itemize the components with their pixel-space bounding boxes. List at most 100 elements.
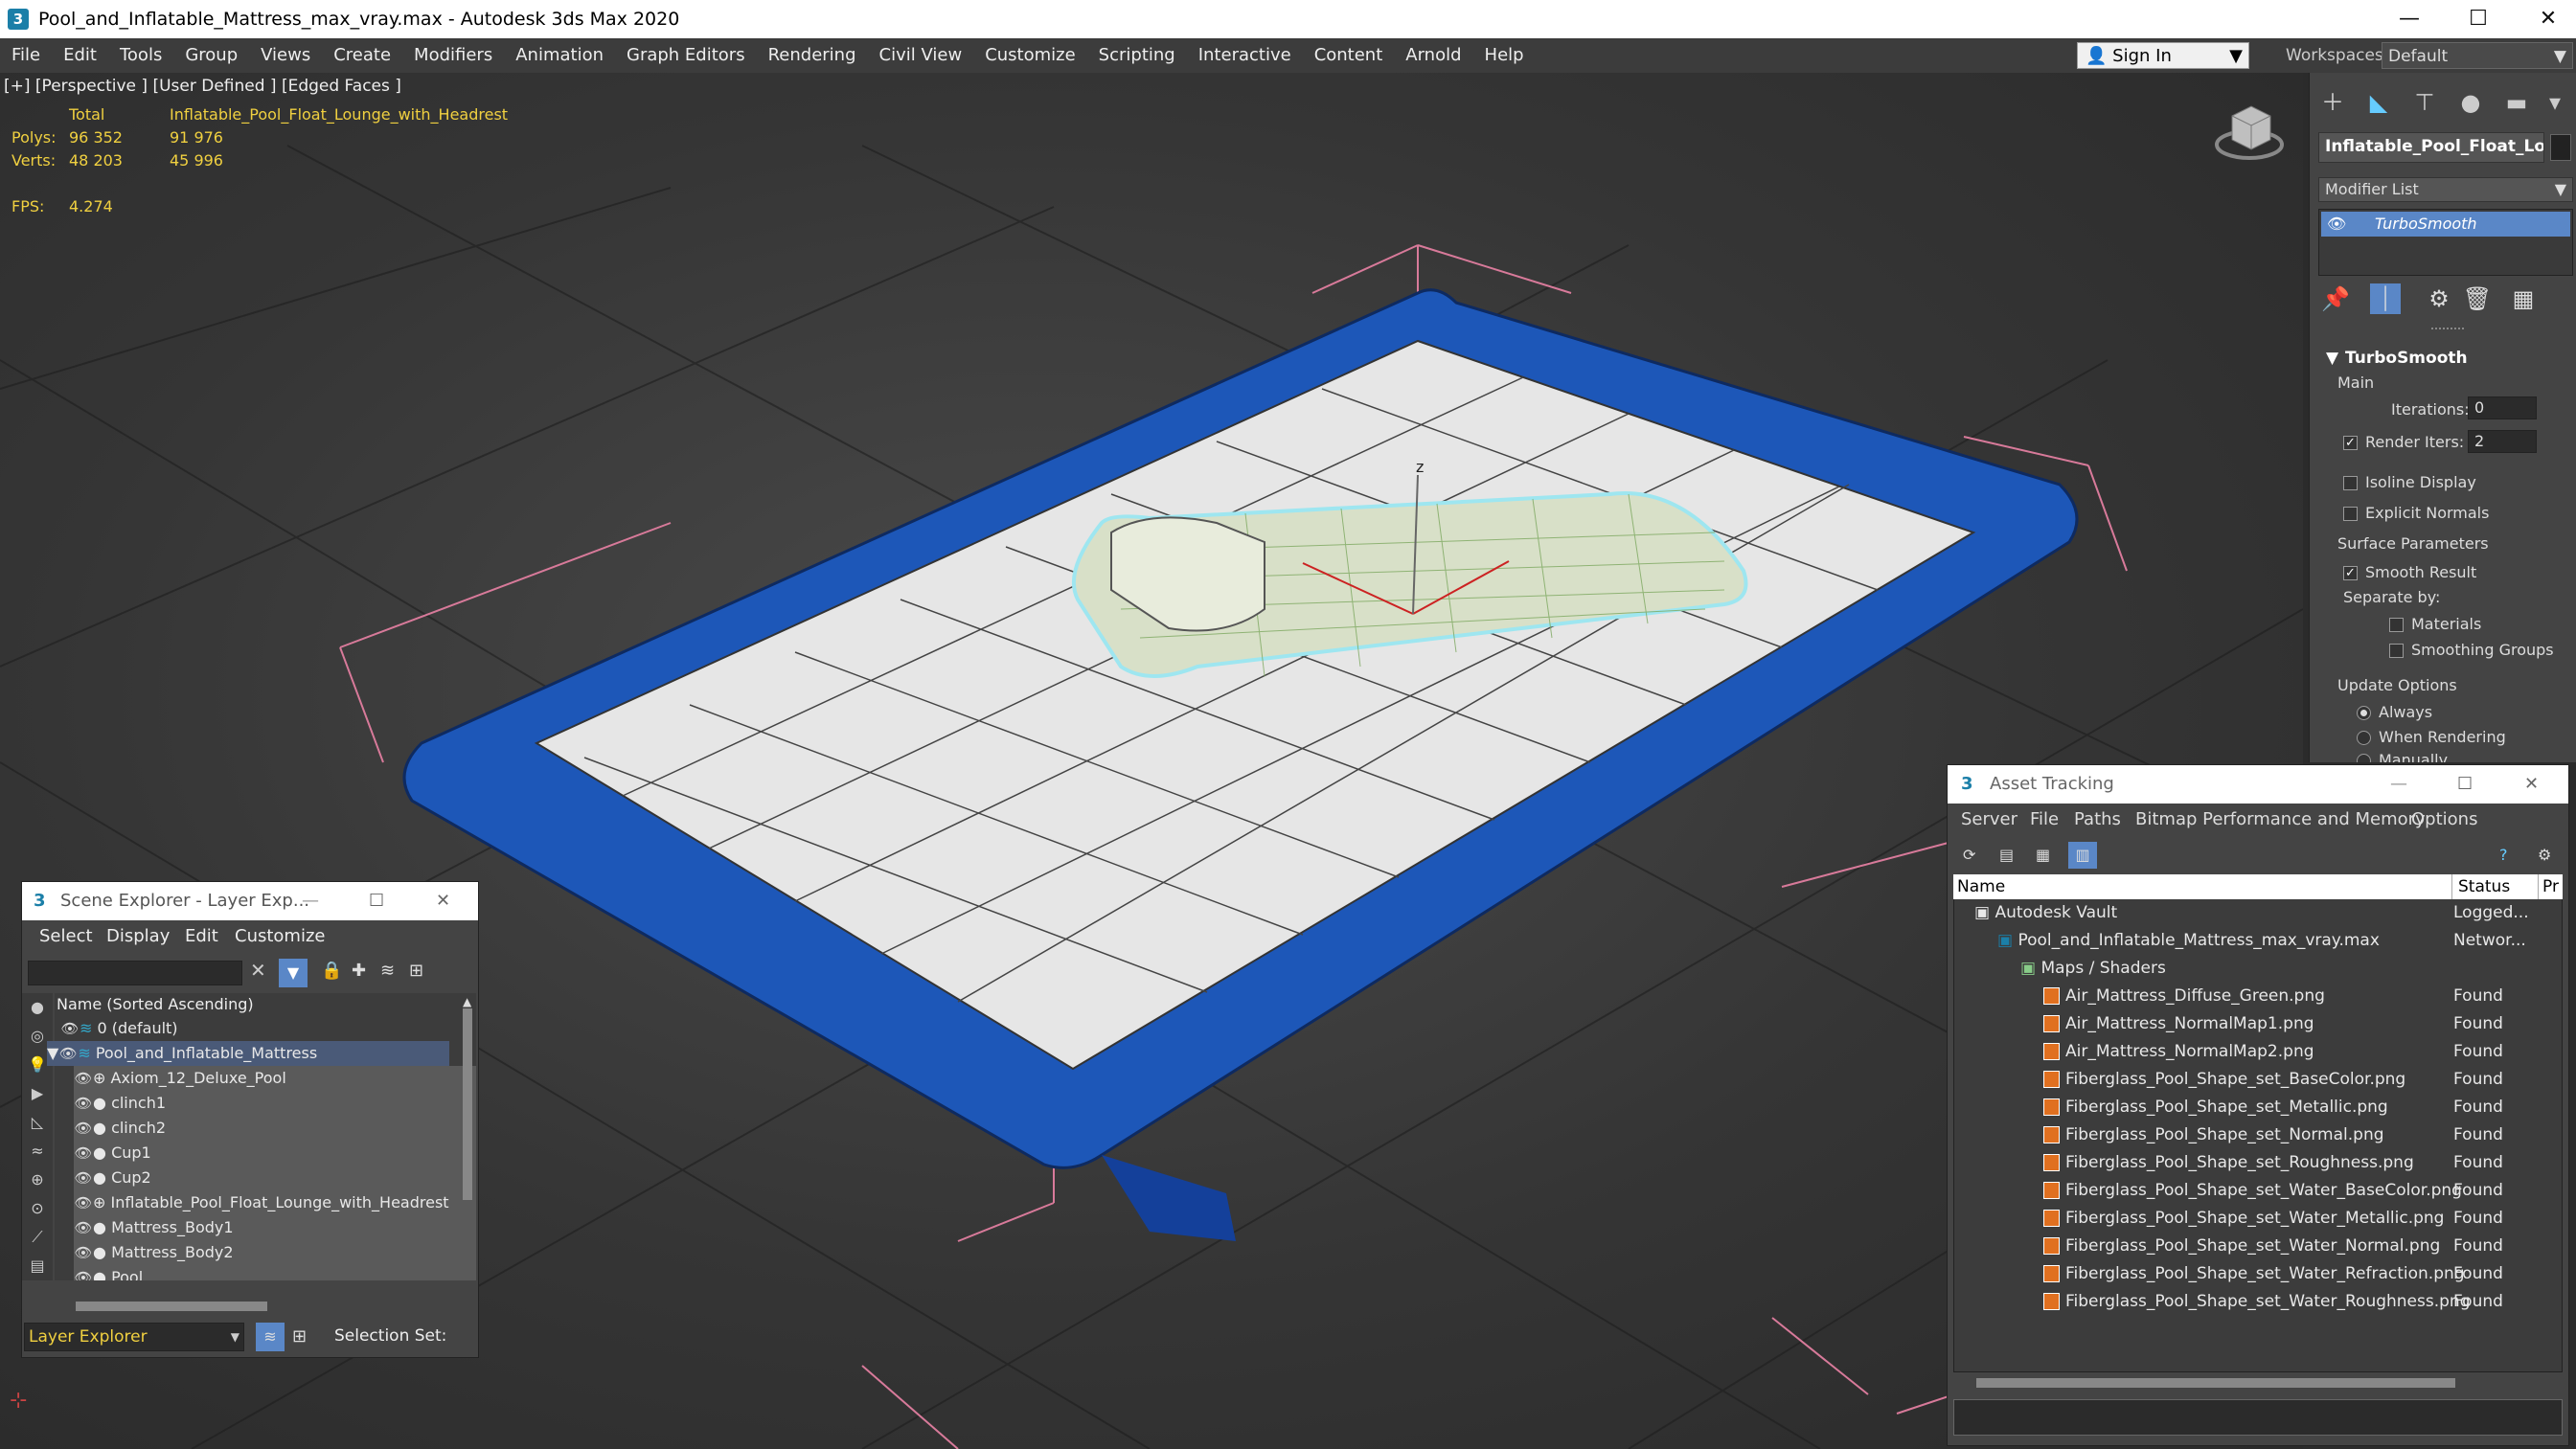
viewport-label[interactable]: [+] [Perspective ] [User Defined ] [Edge… xyxy=(4,77,401,96)
manually-radio[interactable] xyxy=(2357,754,2371,762)
explorer-type-dropdown[interactable]: Layer Explorer ▼ xyxy=(24,1323,244,1351)
layers-icon[interactable]: ≋ xyxy=(380,961,395,981)
always-row[interactable]: Always xyxy=(2357,703,2432,721)
vertical-scrollbar[interactable] xyxy=(463,1008,472,1200)
object-color-swatch[interactable] xyxy=(2550,134,2571,161)
minimize-icon[interactable]: — xyxy=(302,882,319,920)
menu-animation[interactable]: Animation xyxy=(504,38,615,73)
tree-row[interactable]: 👁● Cup2 xyxy=(74,1166,476,1190)
add-layer-icon[interactable]: ✚ xyxy=(352,961,366,981)
tree-row[interactable]: 👁● Pool xyxy=(74,1265,476,1280)
workspaces-dropdown[interactable]: Default ▼ xyxy=(2382,42,2573,69)
eye-icon[interactable]: 👁 xyxy=(74,1265,93,1280)
at-menu-bitmap-performance[interactable]: Bitmap Performance and Memory xyxy=(2135,809,2426,829)
menu-file[interactable]: File xyxy=(0,38,52,73)
at-menu-options[interactable]: Options xyxy=(2411,809,2477,829)
xrefs-filter-icon[interactable]: ⊙ xyxy=(22,1194,53,1223)
menu-interactive[interactable]: Interactive xyxy=(1187,38,1303,73)
asset-row[interactable]: Fiberglass_Pool_Shape_set_Water_Refracti… xyxy=(1955,1260,2557,1288)
se-column-header[interactable]: Name (Sorted Ascending) xyxy=(57,995,254,1013)
iterations-spinner[interactable]: 0 xyxy=(2468,396,2537,419)
menu-group[interactable]: Group xyxy=(173,38,249,73)
motion-tab-icon[interactable]: ● xyxy=(2454,86,2487,119)
cameras-filter-icon[interactable]: ▶ xyxy=(22,1079,53,1108)
asset-row[interactable]: ▣ Autodesk Vault Logged... xyxy=(1955,899,2557,927)
asset-path-field[interactable] xyxy=(1953,1399,2563,1436)
list-view-icon[interactable]: ▤ xyxy=(1999,846,2014,864)
tree-row[interactable]: 👁● Mattress_Body1 xyxy=(74,1215,476,1240)
explicit-normals-checkbox[interactable] xyxy=(2343,507,2358,521)
menu-civil-view[interactable]: Civil View xyxy=(868,38,974,73)
asset-row[interactable]: Fiberglass_Pool_Shape_set_Water_Roughnes… xyxy=(1955,1288,2557,1316)
hierarchy-tab-icon[interactable]: ⊤ xyxy=(2408,86,2441,119)
sign-in-dropdown[interactable]: 👤 Sign In ▼ xyxy=(2077,42,2249,69)
menu-scripting[interactable]: Scripting xyxy=(1087,38,1187,73)
smoothing-groups-checkbox[interactable] xyxy=(2389,644,2404,658)
object-name-field[interactable]: Inflatable_Pool_Float_Loun xyxy=(2318,132,2544,163)
explicit-normals-row[interactable]: Explicit Normals xyxy=(2343,504,2489,522)
horizontal-scrollbar[interactable] xyxy=(1976,1378,2455,1388)
refresh-icon[interactable]: ⟳ xyxy=(1963,846,1975,864)
table-view-icon[interactable]: ▦ xyxy=(2036,846,2050,864)
asset-row[interactable]: Fiberglass_Pool_Shape_set_Water_Metallic… xyxy=(1955,1205,2557,1233)
eye-icon[interactable]: 👁 xyxy=(74,1240,93,1265)
asset-row[interactable]: Air_Mattress_NormalMap2.png Found xyxy=(1955,1038,2557,1066)
when-rendering-radio[interactable] xyxy=(2357,731,2371,745)
eye-icon[interactable]: 👁 xyxy=(74,1141,93,1166)
lock-icon[interactable]: 🔒 xyxy=(321,961,342,981)
maximize-icon[interactable]: ☐ xyxy=(2457,765,2473,804)
render-iters-row[interactable]: ✓ Render Iters: xyxy=(2343,433,2464,451)
show-end-result-icon[interactable]: ⏐ xyxy=(2370,283,2401,314)
se-menu-display[interactable]: Display xyxy=(106,926,170,946)
tree-row[interactable]: 👁⊕ Axiom_12_Deluxe_Pool xyxy=(74,1066,476,1091)
manually-row[interactable]: Manually xyxy=(2357,751,2448,762)
menu-create[interactable]: Create xyxy=(322,38,402,73)
menu-rendering[interactable]: Rendering xyxy=(757,38,868,73)
always-radio[interactable] xyxy=(2357,706,2371,720)
rollout-title[interactable]: TurboSmooth xyxy=(2345,349,2468,368)
pin-stack-icon[interactable]: 📌 xyxy=(2320,283,2351,314)
asset-row[interactable]: Fiberglass_Pool_Shape_set_Normal.png Foun… xyxy=(1955,1121,2557,1149)
col-name-header[interactable]: Name xyxy=(1957,874,2005,899)
eye-icon[interactable]: 👁 xyxy=(74,1215,93,1240)
eye-icon[interactable]: 👁 xyxy=(58,1041,78,1066)
tree-row[interactable]: 👁● Mattress_Body2 xyxy=(74,1240,476,1265)
tree-row[interactable]: 👁● clinch2 xyxy=(74,1116,476,1141)
eye-icon[interactable]: 👁 xyxy=(74,1166,93,1190)
col-status-header[interactable]: Status xyxy=(2451,874,2510,899)
maximize-icon[interactable]: ☐ xyxy=(369,882,384,920)
eye-icon[interactable]: 👁 xyxy=(74,1066,93,1091)
tree-view-icon[interactable]: ▥ xyxy=(2068,842,2097,869)
smoothing-groups-row[interactable]: Smoothing Groups xyxy=(2389,641,2554,659)
smooth-result-row[interactable]: ✓ Smooth Result xyxy=(2343,563,2476,581)
asset-tracking-titlebar[interactable]: 3 Asset Tracking — ☐ ✕ xyxy=(1948,765,2568,804)
at-menu-file[interactable]: File xyxy=(2030,809,2059,829)
configure-sets-icon[interactable]: ▦ xyxy=(2508,283,2539,314)
tree-row[interactable]: 👁⊕ Inflatable_Pool_Float_Lounge_with_Hea… xyxy=(74,1190,476,1215)
layer-mode-icon[interactable]: ≋ xyxy=(256,1323,285,1351)
at-menu-paths[interactable]: Paths xyxy=(2074,809,2121,829)
isoline-row[interactable]: Isoline Display xyxy=(2343,473,2476,491)
asset-row[interactable]: Fiberglass_Pool_Shape_set_BaseColor.png F… xyxy=(1955,1066,2557,1094)
se-menu-customize[interactable]: Customize xyxy=(235,926,325,946)
asset-row[interactable]: Fiberglass_Pool_Shape_set_Metallic.png Fo… xyxy=(1955,1094,2557,1121)
menu-tools[interactable]: Tools xyxy=(108,38,173,73)
se-menu-select[interactable]: Select xyxy=(39,926,93,946)
col-pr-header[interactable]: Pr xyxy=(2538,874,2559,899)
asset-row[interactable]: Air_Mattress_NormalMap1.png Found xyxy=(1955,1010,2557,1038)
at-menu-server[interactable]: Server xyxy=(1961,809,2017,829)
se-menu-edit[interactable]: Edit xyxy=(185,926,218,946)
scene-explorer-titlebar[interactable]: 3 Scene Explorer - Layer Exp... — ☐ ✕ xyxy=(22,882,478,920)
containers-filter-icon[interactable]: ▤ xyxy=(22,1252,53,1280)
layer-row[interactable]: ▼👁≋ Pool_and_Inflatable_Mattress xyxy=(47,1041,449,1066)
horizontal-scrollbar[interactable] xyxy=(76,1302,267,1311)
filter-icon[interactable]: ▼ xyxy=(279,959,308,987)
geometry-filter-icon[interactable]: ● xyxy=(22,993,53,1022)
groups-filter-icon[interactable]: ⊕ xyxy=(22,1166,53,1194)
se-search-input[interactable] xyxy=(28,961,242,985)
hierarchy-icon[interactable]: ⊞ xyxy=(409,961,423,981)
help-icon[interactable]: ? xyxy=(2499,846,2508,864)
materials-row[interactable]: Materials xyxy=(2389,615,2481,633)
isoline-checkbox[interactable] xyxy=(2343,476,2358,490)
remove-modifier-icon[interactable]: 🗑 xyxy=(2462,283,2493,314)
